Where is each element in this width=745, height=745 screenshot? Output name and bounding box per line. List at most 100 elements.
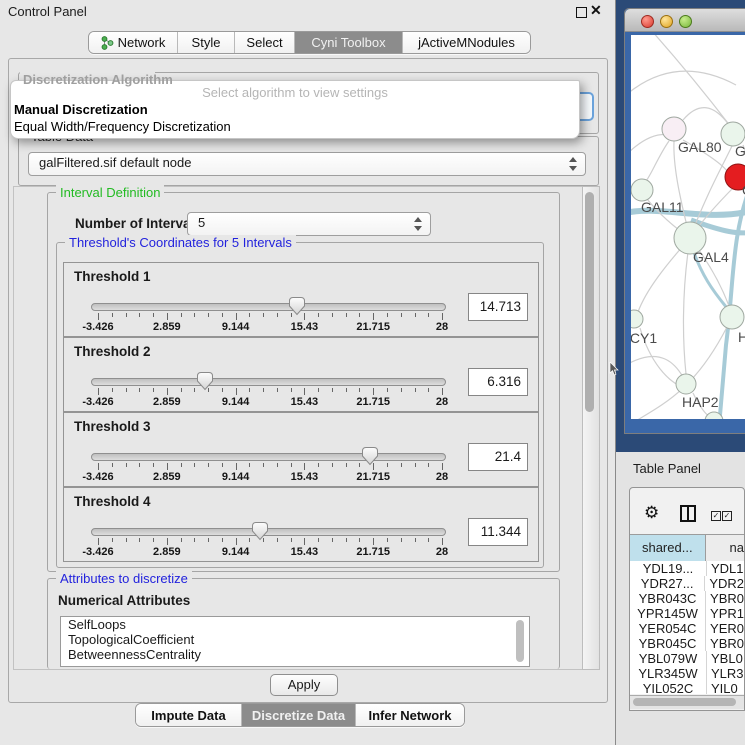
slider-tick: [167, 538, 168, 545]
slider-tick: [415, 463, 416, 467]
table-row[interactable]: YDR27...YDR2: [630, 576, 744, 591]
slider-tick: [98, 463, 99, 470]
dropdown-item-equal-width[interactable]: Equal Width/Frequency Discretization: [14, 119, 231, 134]
threshold-slider-thumb[interactable]: [196, 371, 214, 391]
threshold-value-field[interactable]: 6.316: [468, 368, 528, 396]
thresholds-group-label: Threshold's Coordinates for 5 Intervals: [65, 235, 296, 250]
close-traffic-light-icon[interactable]: [641, 15, 654, 28]
slider-tick: [112, 538, 113, 542]
tab-impute-data[interactable]: Impute Data: [136, 704, 242, 726]
threshold-value-field[interactable]: 14.713: [468, 293, 528, 321]
tab-cyni-toolbox-label: Cyni Toolbox: [311, 35, 385, 50]
table-row[interactable]: YBR045CYBR0: [630, 636, 744, 651]
show-columns-icon[interactable]: [680, 505, 696, 522]
table-row[interactable]: YDL19...YDL1: [630, 561, 744, 576]
column-header-shared[interactable]: shared...: [630, 535, 706, 561]
table-row[interactable]: YPR145WYPR1: [630, 606, 744, 621]
cyni-bottom-tabs: Impute Data Discretize Data Infer Networ…: [135, 703, 465, 727]
slider-tick: [153, 388, 154, 392]
attributes-scrollbar-thumb[interactable]: [516, 620, 524, 662]
network-node[interactable]: [662, 117, 686, 141]
number-of-intervals-combobox[interactable]: 5: [187, 212, 431, 236]
threshold-value-field[interactable]: 21.4: [468, 443, 528, 471]
slider-scale-label: -3.426: [68, 471, 128, 483]
slider-tick: [126, 463, 127, 467]
table-browser-window: ⚙ ✓ ✓ shared... na YDL19...YDL1YDR27...Y…: [629, 487, 745, 711]
slider-tick: [249, 313, 250, 317]
threshold-slider-thumb[interactable]: [288, 296, 306, 316]
slider-tick: [181, 388, 182, 392]
slider-tick: [208, 313, 209, 317]
float-window-icon[interactable]: [576, 7, 587, 18]
table-row[interactable]: YBL079WYBL0: [630, 651, 744, 666]
tab-impute-data-label: Impute Data: [151, 708, 225, 723]
table-rows: YDL19...YDL1YDR27...YDR2YBR043CYBR0YPR14…: [630, 561, 744, 694]
slider-tick: [359, 538, 360, 542]
network-node[interactable]: [631, 179, 653, 201]
threshold-slider-thumb[interactable]: [361, 446, 379, 466]
table-row[interactable]: YER054CYER0: [630, 621, 744, 636]
slider-tick: [387, 388, 388, 392]
network-canvas[interactable]: GAL80GACGAL11GAL4GCY1HHAP2: [631, 35, 745, 419]
slider-tick: [236, 388, 237, 395]
tab-network[interactable]: Network: [89, 32, 178, 53]
slider-scale-label: 15.43: [274, 321, 334, 333]
tab-discretize-data[interactable]: Discretize Data: [242, 704, 356, 726]
attribute-item[interactable]: TopologicalCoefficient: [61, 632, 529, 647]
dropdown-item-manual[interactable]: Manual Discretization: [14, 102, 148, 117]
slider-tick: [236, 463, 237, 470]
tab-style[interactable]: Style: [178, 32, 235, 53]
network-window-titlebar[interactable]: [625, 9, 745, 32]
slider-scale-label: 28: [412, 321, 472, 333]
slider-tick: [387, 463, 388, 467]
tab-style-label: Style: [192, 35, 221, 50]
slider-tick: [208, 463, 209, 467]
checkbox-icon[interactable]: ✓: [711, 511, 721, 521]
threshold-slider-track[interactable]: [91, 378, 446, 386]
slider-tick: [112, 313, 113, 317]
vertical-scrollbar-thumb[interactable]: [585, 192, 594, 412]
slider-tick: [277, 313, 278, 317]
network-node[interactable]: [631, 310, 643, 328]
close-icon[interactable]: ✕: [590, 2, 602, 19]
horizontal-scrollbar-thumb[interactable]: [633, 698, 736, 706]
network-node[interactable]: [676, 374, 696, 394]
table-row[interactable]: YLR345WYLR3: [630, 666, 744, 681]
table-row[interactable]: YBR043CYBR0: [630, 591, 744, 606]
slider-tick: [442, 538, 443, 545]
column-header-name[interactable]: na: [706, 535, 744, 561]
horizontal-scrollbar-track[interactable]: [630, 695, 744, 709]
attribute-item[interactable]: BetweennessCentrality: [61, 647, 529, 662]
slider-tick: [401, 313, 402, 317]
network-icon: [101, 36, 114, 50]
gear-icon[interactable]: ⚙: [644, 504, 659, 521]
application-window: Control Panel ✕ Network Style Select Cyn…: [0, 0, 745, 745]
network-window[interactable]: GAL80GACGAL11GAL4GCY1HHAP2: [624, 8, 745, 434]
mouse-cursor: [609, 362, 619, 376]
zoom-traffic-light-icon[interactable]: [679, 15, 692, 28]
attribute-item[interactable]: SelfLoops: [61, 617, 529, 632]
minimize-traffic-light-icon[interactable]: [660, 15, 673, 28]
tab-select[interactable]: Select: [235, 32, 295, 53]
slider-tick: [126, 313, 127, 317]
tab-jactivemnodules[interactable]: jActiveMNodules: [403, 32, 530, 53]
checkbox-icon[interactable]: ✓: [722, 511, 732, 521]
slider-scale-label: 28: [412, 396, 472, 408]
slider-tick: [359, 388, 360, 392]
threshold-slider-thumb[interactable]: [251, 521, 269, 541]
table-row[interactable]: YIL052CYIL0: [630, 681, 744, 694]
threshold-value-field[interactable]: 11.344: [468, 518, 528, 546]
tab-cyni-toolbox[interactable]: Cyni Toolbox: [295, 32, 403, 53]
numerical-attributes-list[interactable]: SelfLoopsTopologicalCoefficientBetweenne…: [60, 616, 530, 667]
apply-button[interactable]: Apply: [270, 674, 338, 696]
network-node[interactable]: [720, 305, 744, 329]
slider-tick: [126, 538, 127, 542]
table-data-combobox[interactable]: galFiltered.sif default node: [28, 152, 586, 176]
threshold-slider-track[interactable]: [91, 453, 446, 461]
number-of-intervals-label: Number of Intervals: [75, 216, 202, 231]
tab-infer-network[interactable]: Infer Network: [356, 704, 464, 726]
threshold-label: Threshold 3: [74, 419, 151, 434]
threshold-slider-track[interactable]: [91, 303, 446, 311]
slider-tick: [332, 463, 333, 467]
slider-tick: [236, 313, 237, 320]
